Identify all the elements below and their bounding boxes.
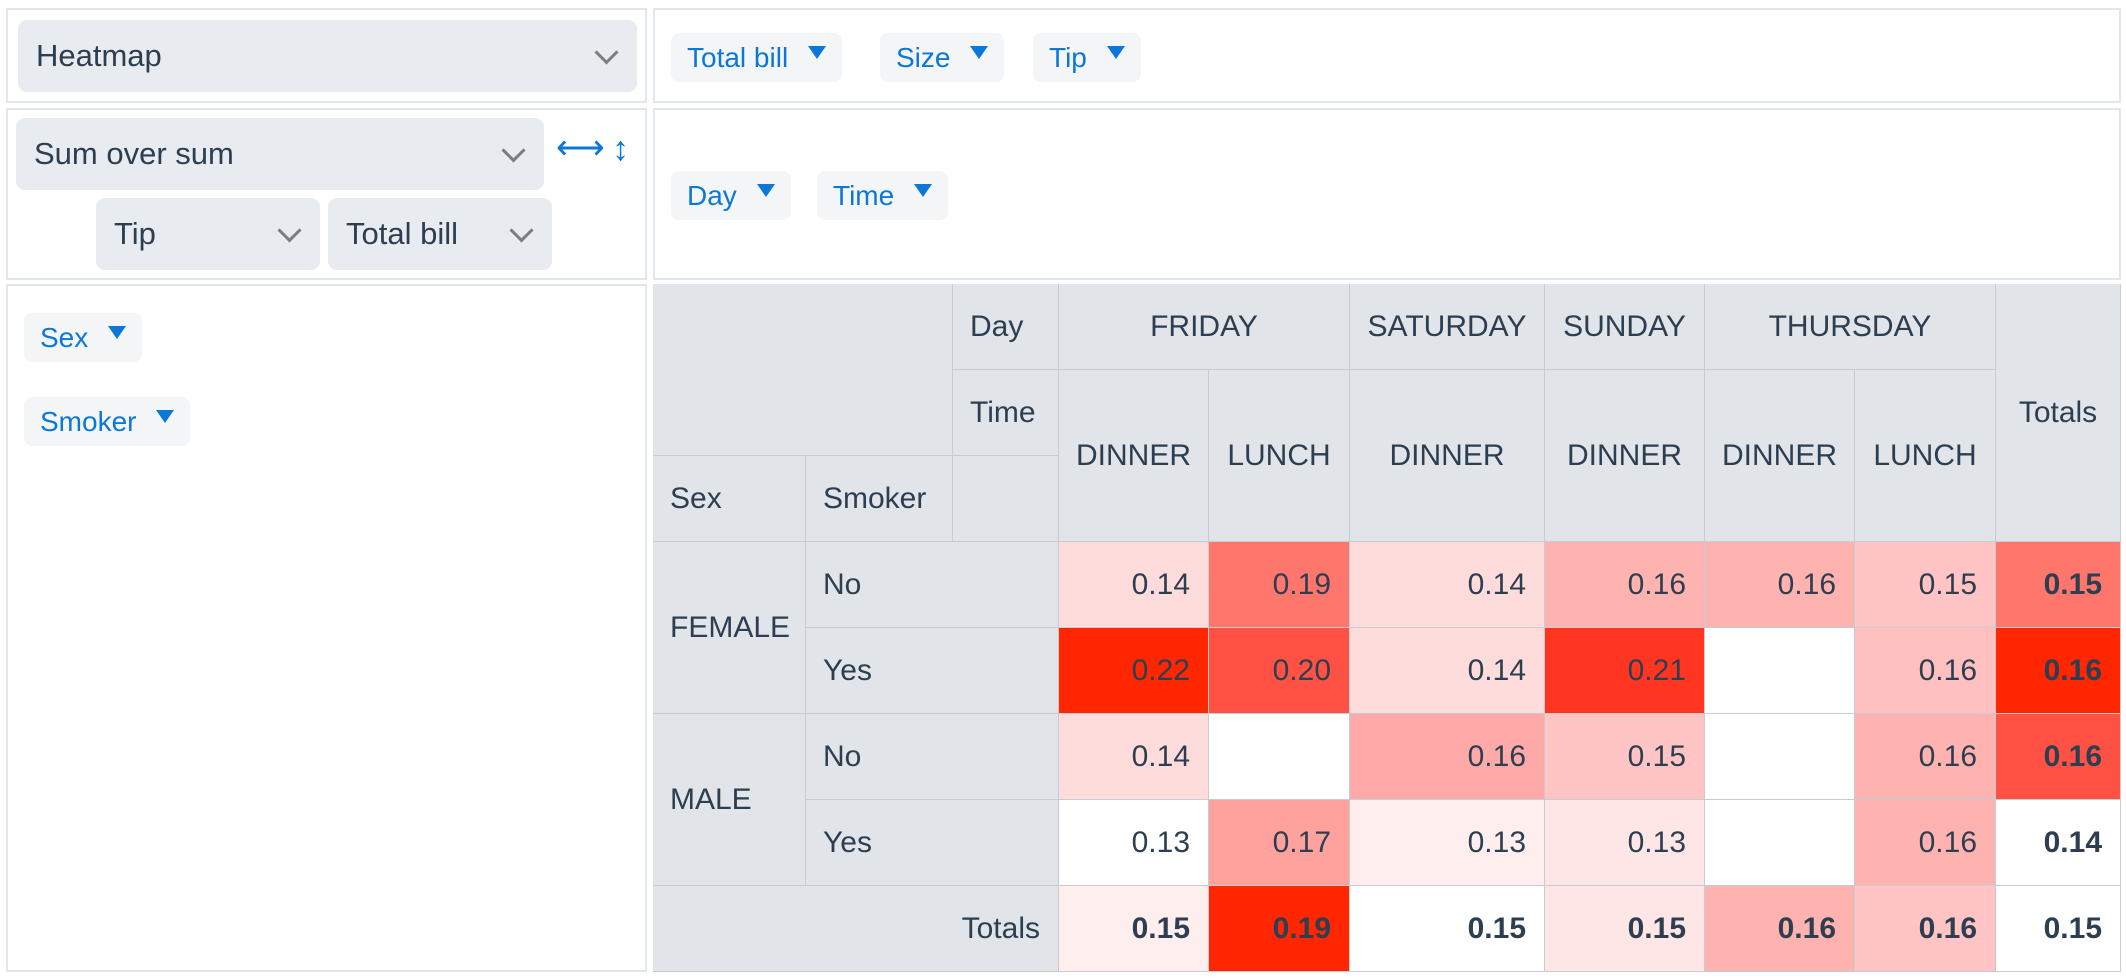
aggregator-select[interactable]: Sum over sum <box>16 118 544 190</box>
attribute-pill-time[interactable]: Time <box>817 171 949 220</box>
col-header-time: DINNER <box>1705 370 1855 542</box>
aggregator-arg-value: Total bill <box>346 216 458 251</box>
aggregator-arg-select-2[interactable]: Total bill <box>328 198 552 270</box>
attribute-pill-label: Tip <box>1049 41 1087 73</box>
col-header-time: DINNER <box>1350 370 1545 542</box>
row-header-smoker: Yes <box>806 628 1059 714</box>
horizontal-arrows-icon[interactable]: ⟷ <box>556 128 605 168</box>
heatmap-cell: 0.16 <box>1855 714 1996 800</box>
chevron-down-icon <box>501 138 526 163</box>
grand-total-cell: 0.15 <box>1996 886 2121 972</box>
heatmap-cell <box>1705 628 1855 714</box>
row-header-sex: MALE <box>653 714 806 886</box>
heatmap-cell: 0.15 <box>1545 714 1705 800</box>
heatmap-cell: 0.13 <box>1059 800 1209 886</box>
col-header-day: FRIDAY <box>1059 284 1350 370</box>
caret-down-icon[interactable] <box>1106 46 1125 59</box>
row-header-sex: FEMALE <box>653 542 806 714</box>
renderer-select-value: Heatmap <box>36 38 162 73</box>
col-header-day: THURSDAY <box>1705 284 1996 370</box>
heatmap-cell: 0.15 <box>1855 542 1996 628</box>
heatmap-cell: 0.14 <box>1059 714 1209 800</box>
chevron-down-icon <box>509 218 534 243</box>
heatmap-cell: 0.21 <box>1545 628 1705 714</box>
row-header-totals: Totals <box>653 886 1059 972</box>
col-header-day: SATURDAY <box>1350 284 1545 370</box>
col-header-time: DINNER <box>1059 370 1209 542</box>
heatmap-cell: 0.16 <box>1855 800 1996 886</box>
caret-down-icon[interactable] <box>756 184 775 197</box>
col-total-cell: 0.15 <box>1350 886 1545 972</box>
col-total-cell: 0.15 <box>1545 886 1705 972</box>
aggregator-arg-select-1[interactable]: Tip <box>96 198 320 270</box>
col-header-day: SUNDAY <box>1545 284 1705 370</box>
col-axis-label-day: Day <box>953 284 1059 370</box>
attribute-pill-label: Sex <box>40 321 89 353</box>
col-total-cell: 0.16 <box>1855 886 1996 972</box>
heatmap-cell <box>1705 714 1855 800</box>
col-header-totals: Totals <box>1996 284 2121 542</box>
heatmap-cell: 0.13 <box>1545 800 1705 886</box>
header-spacer <box>953 456 1059 542</box>
col-header-time: LUNCH <box>1855 370 1996 542</box>
row-total-cell: 0.15 <box>1996 542 2121 628</box>
attribute-pill-total-bill[interactable]: Total bill <box>671 33 843 82</box>
row-header-smoker: Yes <box>806 800 1059 886</box>
caret-down-icon[interactable] <box>156 410 175 423</box>
aggregator-select-value: Sum over sum <box>34 136 234 171</box>
heatmap-cell: 0.16 <box>1545 542 1705 628</box>
row-header-smoker: No <box>806 542 1059 628</box>
heatmap-cell: 0.13 <box>1350 800 1545 886</box>
caret-down-icon[interactable] <box>808 46 827 59</box>
row-total-cell: 0.14 <box>1996 800 2121 886</box>
heatmap-cell: 0.14 <box>1350 628 1545 714</box>
attribute-pill-label: Size <box>896 41 951 73</box>
heatmap-cell: 0.14 <box>1350 542 1545 628</box>
row-axis-label-sex: Sex <box>653 456 806 542</box>
row-axis-label-smoker: Smoker <box>806 456 953 542</box>
aggregator-arg-value: Tip <box>114 216 156 251</box>
attribute-pill-day[interactable]: Day <box>671 171 791 220</box>
col-total-cell: 0.16 <box>1705 886 1855 972</box>
attribute-pill-label: Time <box>833 179 895 211</box>
heatmap-cell: 0.16 <box>1350 714 1545 800</box>
row-total-cell: 0.16 <box>1996 628 2121 714</box>
unused-attributes-panel <box>653 8 2121 103</box>
col-total-cell: 0.19 <box>1209 886 1350 972</box>
row-total-cell: 0.16 <box>1996 714 2121 800</box>
heatmap-cell: 0.20 <box>1209 628 1350 714</box>
heatmap-cell: 0.16 <box>1705 542 1855 628</box>
chevron-down-icon <box>277 218 302 243</box>
caret-down-icon[interactable] <box>108 326 127 339</box>
col-header-time: LUNCH <box>1209 370 1350 542</box>
attribute-pill-smoker[interactable]: Smoker <box>24 397 191 446</box>
col-header-time: DINNER <box>1545 370 1705 542</box>
pivot-table: Day Time Sex Smoker FRIDAY SATURDAY SUND… <box>653 284 2121 972</box>
attribute-pill-label: Day <box>687 179 737 211</box>
heatmap-cell: 0.19 <box>1209 542 1350 628</box>
chevron-down-icon <box>594 40 619 65</box>
row-header-smoker: No <box>806 714 1059 800</box>
table-corner <box>653 284 953 456</box>
attribute-pill-tip[interactable]: Tip <box>1033 33 1141 82</box>
heatmap-cell: 0.22 <box>1059 628 1209 714</box>
attribute-pill-label: Smoker <box>40 405 137 437</box>
attribute-pill-size[interactable]: Size <box>880 33 1005 82</box>
caret-down-icon[interactable] <box>970 46 989 59</box>
heatmap-cell: 0.14 <box>1059 542 1209 628</box>
heatmap-cell: 0.17 <box>1209 800 1350 886</box>
attribute-pill-sex[interactable]: Sex <box>24 313 143 362</box>
caret-down-icon[interactable] <box>914 184 933 197</box>
col-total-cell: 0.15 <box>1059 886 1209 972</box>
col-axis-label-time: Time <box>953 370 1059 456</box>
heatmap-cell <box>1209 714 1350 800</box>
vertical-arrows-icon[interactable]: ↕ <box>612 130 629 169</box>
renderer-select[interactable]: Heatmap <box>18 20 637 92</box>
heatmap-cell <box>1705 800 1855 886</box>
heatmap-cell: 0.16 <box>1855 628 1996 714</box>
row-attributes-panel <box>6 284 647 972</box>
attribute-pill-label: Total bill <box>687 41 789 73</box>
